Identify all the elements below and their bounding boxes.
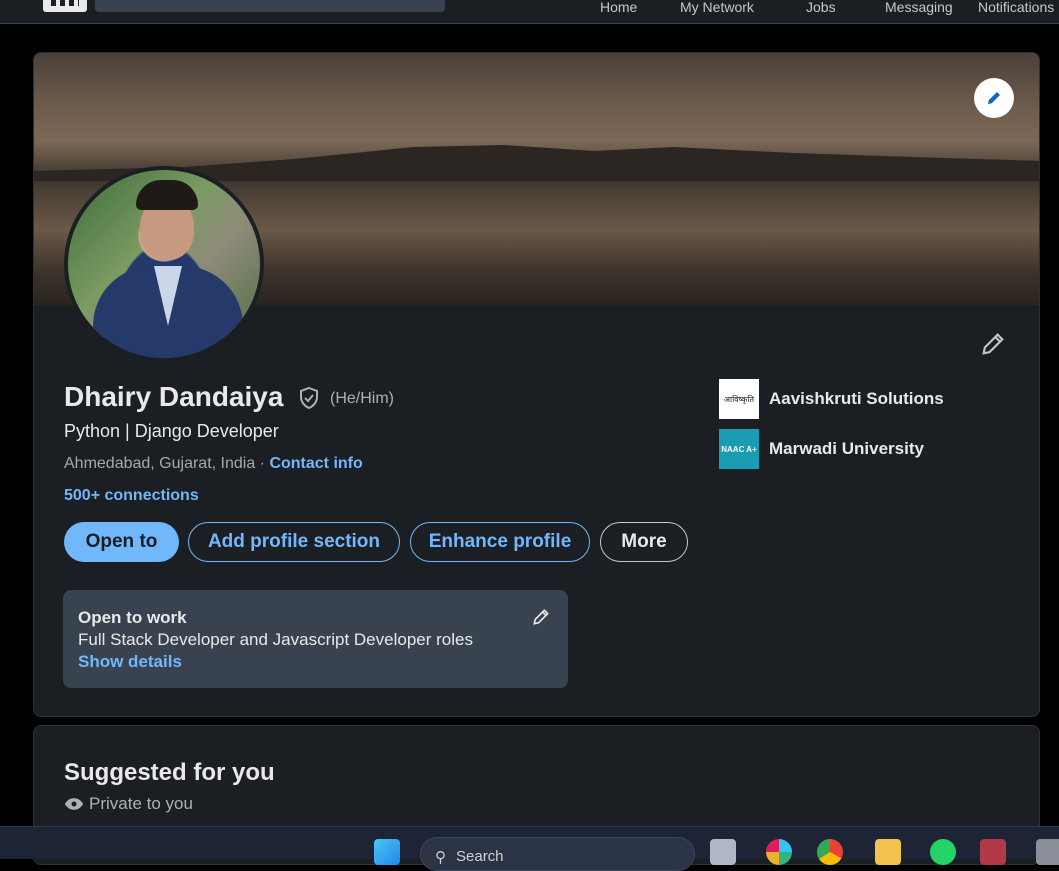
pencil-icon bbox=[982, 333, 1004, 355]
taskbar-search-placeholder: Search bbox=[456, 848, 504, 865]
nav-jobs[interactable]: Jobs bbox=[806, 0, 836, 15]
open-to-work-title: Open to work bbox=[78, 608, 187, 627]
pencil-icon bbox=[533, 609, 549, 625]
contact-info-link[interactable]: Contact info bbox=[269, 455, 362, 472]
more-button[interactable]: More bbox=[600, 522, 688, 562]
profile-card: Dhairy Dandaiya (He/Him) Python | Django… bbox=[33, 52, 1040, 717]
nav-notifications[interactable]: Notifications bbox=[978, 0, 1054, 15]
app-icon[interactable] bbox=[1036, 839, 1059, 865]
profile-name: Dhairy Dandaiya bbox=[64, 381, 284, 412]
org-item-marwadi[interactable]: NAAC A+ Marwadi University bbox=[719, 429, 924, 469]
xbox-icon[interactable] bbox=[980, 839, 1006, 865]
slack-icon[interactable] bbox=[766, 839, 792, 865]
edit-open-to-work-button[interactable] bbox=[531, 607, 551, 632]
search-icon: ⚲ bbox=[435, 849, 446, 866]
private-label: Private to you bbox=[89, 794, 193, 813]
private-to-you: Private to you bbox=[64, 794, 193, 814]
windows-taskbar: ⚲ Search bbox=[0, 826, 1059, 871]
pencil-icon bbox=[988, 92, 1000, 104]
edit-intro-button[interactable] bbox=[979, 330, 1007, 363]
verified-shield-icon[interactable] bbox=[297, 386, 321, 415]
open-to-work-box: Open to work Full Stack Developer and Ja… bbox=[63, 590, 568, 688]
open-to-work-roles: Full Stack Developer and Javascript Deve… bbox=[78, 630, 473, 649]
show-details-link[interactable]: Show details bbox=[78, 652, 553, 672]
location-text: Ahmedabad, Gujarat, India · bbox=[64, 455, 270, 472]
connections-link[interactable]: 500+ connections bbox=[64, 487, 199, 505]
profile-headline: Python | Django Developer bbox=[64, 421, 279, 441]
aavishkruti-logo-text: आविष्कृति bbox=[723, 394, 755, 404]
open-to-button[interactable]: Open to bbox=[64, 522, 179, 562]
marwadi-logo: NAAC A+ bbox=[719, 429, 759, 469]
org-name: Aavishkruti Solutions bbox=[769, 389, 944, 408]
aavishkruti-logo: आविष्कृति bbox=[719, 379, 759, 419]
profile-location: Ahmedabad, Gujarat, India · Contact info bbox=[64, 455, 363, 473]
linkedin-logo-icon[interactable] bbox=[43, 0, 87, 12]
nav-messaging[interactable]: Messaging bbox=[885, 0, 953, 15]
profile-avatar[interactable] bbox=[64, 166, 264, 362]
marwadi-logo-text: NAAC A+ bbox=[721, 444, 757, 454]
nav-my-network[interactable]: My Network bbox=[680, 0, 754, 15]
file-explorer-icon[interactable] bbox=[875, 839, 901, 865]
org-name: Marwadi University bbox=[769, 439, 924, 458]
enhance-profile-button[interactable]: Enhance profile bbox=[410, 522, 590, 562]
global-search-input[interactable] bbox=[95, 0, 445, 12]
windows-start-icon[interactable] bbox=[374, 839, 400, 865]
profile-pronouns: (He/Him) bbox=[330, 390, 394, 407]
avatar-hair-shape bbox=[136, 180, 198, 210]
taskbar-search-input[interactable]: ⚲ Search bbox=[420, 837, 695, 871]
add-profile-section-button[interactable]: Add profile section bbox=[188, 522, 400, 562]
eye-icon bbox=[64, 798, 84, 810]
whatsapp-icon[interactable] bbox=[930, 839, 956, 865]
edit-banner-button[interactable] bbox=[974, 78, 1014, 118]
chrome-icon[interactable] bbox=[817, 839, 843, 865]
task-view-icon[interactable] bbox=[710, 839, 736, 865]
nav-home[interactable]: Home bbox=[600, 0, 637, 15]
org-item-aavishkruti[interactable]: आविष्कृति Aavishkruti Solutions bbox=[719, 379, 944, 419]
top-navbar: Home My Network Jobs Messaging Notificat… bbox=[0, 0, 1059, 24]
suggested-title: Suggested for you bbox=[64, 759, 275, 786]
